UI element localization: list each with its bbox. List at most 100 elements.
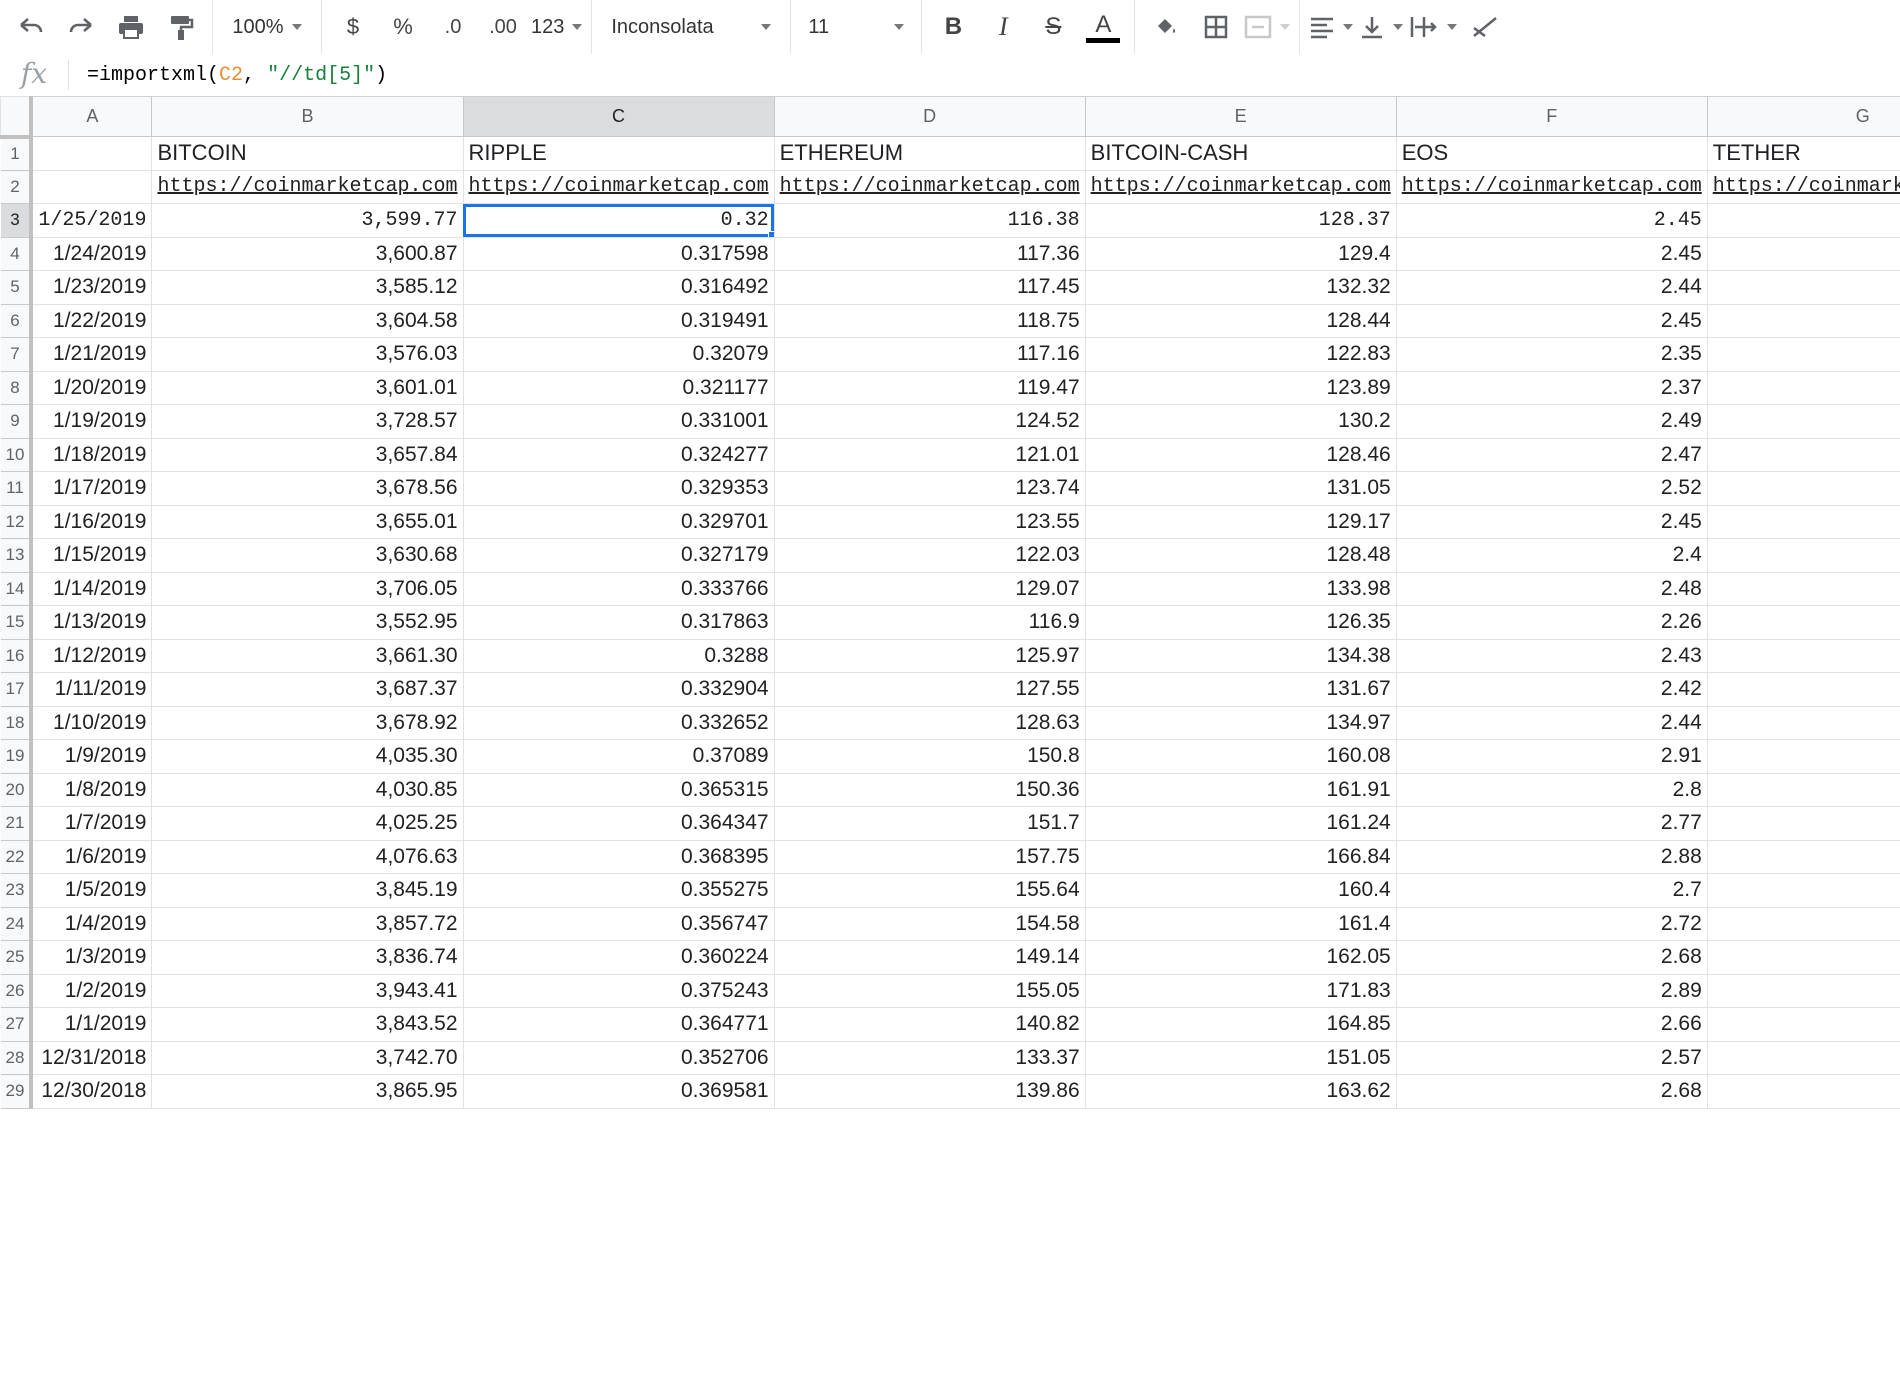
column-header-b[interactable]: B bbox=[151, 96, 464, 137]
merge-cells-icon[interactable] bbox=[1244, 7, 1291, 47]
cell-g23[interactable]: 1.02 bbox=[1706, 873, 1900, 908]
cell-g26[interactable]: 1.02 bbox=[1706, 973, 1900, 1008]
cell-d11[interactable]: 123.74 bbox=[773, 471, 1086, 506]
cell-d12[interactable]: 123.55 bbox=[773, 504, 1086, 539]
cell-c10[interactable]: 0.324277 bbox=[462, 437, 775, 472]
cell-f28[interactable]: 2.57 bbox=[1395, 1040, 1708, 1075]
row-header[interactable]: 7 bbox=[0, 337, 34, 372]
row-header[interactable]: 19 bbox=[0, 739, 34, 774]
text-color-button[interactable]: A bbox=[1081, 7, 1125, 47]
undo-icon[interactable] bbox=[9, 7, 53, 47]
cell-d18[interactable]: 128.63 bbox=[773, 705, 1086, 740]
cell-g8[interactable]: 1.02 bbox=[1706, 370, 1900, 405]
row-header[interactable]: 2 bbox=[0, 169, 34, 204]
cell-a10[interactable]: 1/18/2019 bbox=[30, 437, 153, 472]
cell-d6[interactable]: 118.75 bbox=[773, 303, 1086, 338]
cell-a29[interactable]: 12/30/2018 bbox=[30, 1074, 153, 1109]
cell-c12[interactable]: 0.329701 bbox=[462, 504, 775, 539]
cell-b20[interactable]: 4,030.85 bbox=[151, 772, 464, 807]
cell-a13[interactable]: 1/15/2019 bbox=[30, 538, 153, 573]
cell-e23[interactable]: 160.4 bbox=[1084, 873, 1397, 908]
cell-a23[interactable]: 1/5/2019 bbox=[30, 873, 153, 908]
cell-e12[interactable]: 129.17 bbox=[1084, 504, 1397, 539]
cell-f10[interactable]: 2.47 bbox=[1395, 437, 1708, 472]
cell-a15[interactable]: 1/13/2019 bbox=[30, 605, 153, 640]
cell-g24[interactable]: 1.02 bbox=[1706, 906, 1900, 941]
cell-b21[interactable]: 4,025.25 bbox=[151, 806, 464, 841]
cell-b19[interactable]: 4,035.30 bbox=[151, 739, 464, 774]
cell-c2[interactable]: https://coinmarketcap.com bbox=[462, 169, 775, 204]
cell-g7[interactable]: 1.01 bbox=[1706, 337, 1900, 372]
cell-e3[interactable]: 128.37 bbox=[1084, 203, 1397, 238]
cell-e14[interactable]: 133.98 bbox=[1084, 571, 1397, 606]
cell-f7[interactable]: 2.35 bbox=[1395, 337, 1708, 372]
increase-decimal-button[interactable]: .00 bbox=[481, 7, 525, 47]
row-header[interactable]: 10 bbox=[0, 437, 34, 472]
cell-f22[interactable]: 2.88 bbox=[1395, 839, 1708, 874]
cell-a14[interactable]: 1/14/2019 bbox=[30, 571, 153, 606]
cell-b4[interactable]: 3,600.87 bbox=[151, 236, 464, 271]
cell-c11[interactable]: 0.329353 bbox=[462, 471, 775, 506]
cell-e16[interactable]: 134.38 bbox=[1084, 638, 1397, 673]
cell-c26[interactable]: 0.375243 bbox=[462, 973, 775, 1008]
cell-b25[interactable]: 3,836.74 bbox=[151, 940, 464, 975]
cell-f3[interactable]: 2.45 bbox=[1395, 203, 1708, 238]
cell-b16[interactable]: 3,661.30 bbox=[151, 638, 464, 673]
cell-d13[interactable]: 122.03 bbox=[773, 538, 1086, 573]
column-header-g[interactable]: G bbox=[1706, 96, 1900, 137]
cell-b6[interactable]: 3,604.58 bbox=[151, 303, 464, 338]
cell-f19[interactable]: 2.91 bbox=[1395, 739, 1708, 774]
cell-f6[interactable]: 2.45 bbox=[1395, 303, 1708, 338]
cell-a27[interactable]: 1/1/2019 bbox=[30, 1007, 153, 1042]
cell-c19[interactable]: 0.37089 bbox=[462, 739, 775, 774]
cell-f15[interactable]: 2.26 bbox=[1395, 605, 1708, 640]
cell-f11[interactable]: 2.52 bbox=[1395, 471, 1708, 506]
italic-button[interactable]: I bbox=[981, 7, 1025, 47]
cell-a4[interactable]: 1/24/2019 bbox=[30, 236, 153, 271]
cell-e22[interactable]: 166.84 bbox=[1084, 839, 1397, 874]
cell-d21[interactable]: 151.7 bbox=[773, 806, 1086, 841]
cell-e6[interactable]: 128.44 bbox=[1084, 303, 1397, 338]
cell-a8[interactable]: 1/20/2019 bbox=[30, 370, 153, 405]
row-header[interactable]: 14 bbox=[0, 571, 34, 606]
cell-f9[interactable]: 2.49 bbox=[1395, 404, 1708, 439]
cell-d4[interactable]: 117.36 bbox=[773, 236, 1086, 271]
cell-c9[interactable]: 0.331001 bbox=[462, 404, 775, 439]
cell-b29[interactable]: 3,865.95 bbox=[151, 1074, 464, 1109]
cell-c20[interactable]: 0.365315 bbox=[462, 772, 775, 807]
cell-g11[interactable]: 1.02 bbox=[1706, 471, 1900, 506]
cell-e11[interactable]: 131.05 bbox=[1084, 471, 1397, 506]
cell-d16[interactable]: 125.97 bbox=[773, 638, 1086, 673]
cell-b7[interactable]: 3,576.03 bbox=[151, 337, 464, 372]
cell-d28[interactable]: 133.37 bbox=[773, 1040, 1086, 1075]
borders-icon[interactable] bbox=[1194, 7, 1238, 47]
cell-d22[interactable]: 157.75 bbox=[773, 839, 1086, 874]
cell-d14[interactable]: 129.07 bbox=[773, 571, 1086, 606]
cell-d15[interactable]: 116.9 bbox=[773, 605, 1086, 640]
cell-a25[interactable]: 1/3/2019 bbox=[30, 940, 153, 975]
cell-c5[interactable]: 0.316492 bbox=[462, 270, 775, 305]
column-header-e[interactable]: E bbox=[1084, 96, 1397, 137]
cell-f2[interactable]: https://coinmarketcap.com bbox=[1395, 169, 1708, 204]
cell-e1[interactable]: BITCOIN-CASH bbox=[1084, 136, 1397, 171]
cell-a16[interactable]: 1/12/2019 bbox=[30, 638, 153, 673]
row-header[interactable]: 16 bbox=[0, 638, 34, 673]
row-header[interactable]: 21 bbox=[0, 806, 34, 841]
cell-f21[interactable]: 2.77 bbox=[1395, 806, 1708, 841]
cell-b18[interactable]: 3,678.92 bbox=[151, 705, 464, 740]
cell-g19[interactable]: 1.02 bbox=[1706, 739, 1900, 774]
row-header[interactable]: 24 bbox=[0, 906, 34, 941]
cell-b11[interactable]: 3,678.56 bbox=[151, 471, 464, 506]
cell-e2[interactable]: https://coinmarketcap.com bbox=[1084, 169, 1397, 204]
cell-a17[interactable]: 1/11/2019 bbox=[30, 672, 153, 707]
cell-f20[interactable]: 2.8 bbox=[1395, 772, 1708, 807]
font-size-select[interactable]: 11 bbox=[800, 7, 912, 47]
row-header[interactable]: 15 bbox=[0, 605, 34, 640]
cell-d9[interactable]: 124.52 bbox=[773, 404, 1086, 439]
cell-b22[interactable]: 4,076.63 bbox=[151, 839, 464, 874]
row-header[interactable]: 26 bbox=[0, 973, 34, 1008]
cell-a19[interactable]: 1/9/2019 bbox=[30, 739, 153, 774]
cell-f25[interactable]: 2.68 bbox=[1395, 940, 1708, 975]
row-header[interactable]: 27 bbox=[0, 1007, 34, 1042]
cell-f29[interactable]: 2.68 bbox=[1395, 1074, 1708, 1109]
